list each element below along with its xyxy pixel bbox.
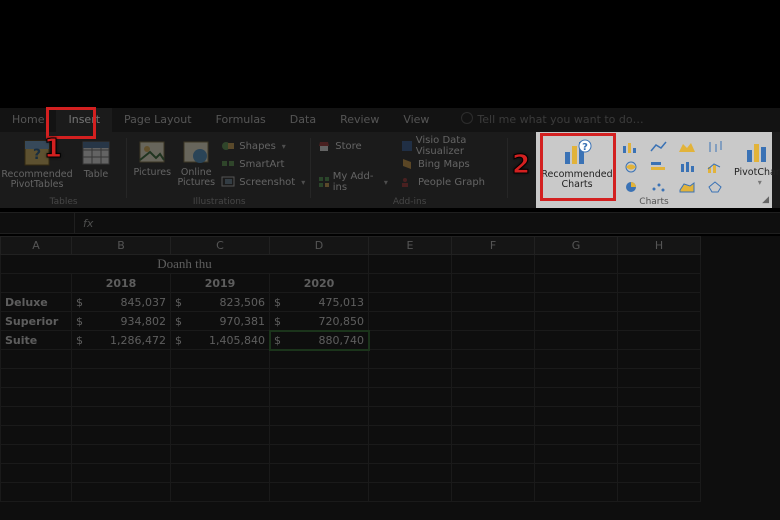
chart-pie-button[interactable]: [618, 178, 644, 196]
recommended-charts-icon: ?: [561, 138, 593, 168]
group-illustrations: Pictures Online Pictures Shapes▾ SmartAr…: [127, 132, 311, 208]
cell-value[interactable]: $880,740: [270, 331, 369, 350]
recommended-charts-button[interactable]: ? Recommended Charts: [542, 136, 612, 191]
pictures-button[interactable]: Pictures: [133, 136, 171, 178]
tab-page-layout[interactable]: Page Layout: [112, 108, 204, 132]
bing-maps-button[interactable]: Bing Maps: [400, 156, 502, 172]
chart-type-grid: [618, 136, 728, 196]
bulb-icon: [461, 112, 473, 124]
cell-row-header[interactable]: Superior: [1, 312, 72, 331]
annotation-number-2: 2: [512, 150, 530, 180]
annotation-number-1: 1: [44, 134, 62, 164]
svg-text:?: ?: [33, 147, 41, 163]
col-header[interactable]: A: [1, 237, 72, 255]
col-header[interactable]: D: [270, 237, 369, 255]
online-pictures-icon: [182, 138, 210, 166]
chart-stock-button[interactable]: [702, 138, 728, 156]
chart-bar-button[interactable]: [646, 158, 672, 176]
charts-dialog-launcher-icon[interactable]: ◢: [762, 195, 769, 205]
pivotchart-button[interactable]: PivotChart▾: [734, 136, 780, 187]
screenshot-button[interactable]: Screenshot▾: [221, 174, 305, 190]
tab-home[interactable]: Home: [0, 108, 56, 132]
table-button[interactable]: Table: [74, 136, 118, 180]
illustrations-mini-stack: Shapes▾ SmartArt Screenshot▾: [221, 136, 305, 190]
cell-value[interactable]: $970,381: [171, 312, 270, 331]
tab-view[interactable]: View: [391, 108, 441, 132]
cell-year-header[interactable]: 2019: [171, 274, 270, 293]
cell-value[interactable]: $475,013: [270, 293, 369, 312]
chart-map-button[interactable]: [618, 158, 644, 176]
chart-column-button[interactable]: [618, 138, 644, 156]
cell-row-header[interactable]: Deluxe: [1, 293, 72, 312]
group-label-addins: Add-ins: [311, 197, 508, 207]
group-addins: Store My Add-ins▾ Visio Data Visualizer …: [311, 132, 508, 208]
formula-bar: fx: [0, 212, 780, 234]
chart-surface-button[interactable]: [674, 178, 700, 196]
col-header[interactable]: C: [171, 237, 270, 255]
cell-value[interactable]: $720,850: [270, 312, 369, 331]
chart-radar-button[interactable]: [702, 178, 728, 196]
tab-formulas[interactable]: Formulas: [204, 108, 278, 132]
chart-combo-button[interactable]: [702, 158, 728, 176]
cell-value[interactable]: $845,037: [72, 293, 171, 312]
group-tables: ? Recommended PivotTables Table Tables: [0, 132, 127, 208]
group-charts: ? Recommended Charts PivotChart▾ Charts …: [536, 132, 772, 208]
shapes-button[interactable]: Shapes▾: [221, 138, 305, 154]
pictures-icon: [138, 138, 166, 166]
tell-me-search[interactable]: Tell me what you want to do…: [449, 108, 655, 132]
svg-text:?: ?: [582, 142, 588, 153]
col-header[interactable]: F: [452, 237, 535, 255]
cell-value[interactable]: $934,802: [72, 312, 171, 331]
visio-visualizer-button[interactable]: Visio Data Visualizer: [400, 138, 502, 154]
group-label-illustrations: Illustrations: [127, 197, 311, 207]
tab-data[interactable]: Data: [278, 108, 328, 132]
cell-value[interactable]: $823,506: [171, 293, 270, 312]
worksheet-grid[interactable]: ABCDEFGH Doanh thu201820192020 Deluxe$845,…: [0, 236, 780, 520]
cell-value[interactable]: $1,286,472: [72, 331, 171, 350]
fx-icon[interactable]: fx: [75, 217, 101, 230]
online-pictures-button[interactable]: Online Pictures: [177, 136, 215, 189]
tab-insert[interactable]: Insert: [56, 108, 112, 132]
cell-value[interactable]: $1,405,840: [171, 331, 270, 350]
chart-scatter-button[interactable]: [646, 178, 672, 196]
ribbon-tabs: Home Insert Page Layout Formulas Data Re…: [0, 108, 780, 132]
col-header[interactable]: E: [369, 237, 452, 255]
tab-review[interactable]: Review: [328, 108, 391, 132]
people-graph-button[interactable]: People Graph: [400, 174, 502, 190]
col-header[interactable]: H: [618, 237, 701, 255]
cell-title[interactable]: Doanh thu: [1, 255, 369, 274]
cell-row-header[interactable]: Suite: [1, 331, 72, 350]
group-label-charts: Charts: [536, 197, 772, 207]
chart-area-button[interactable]: [674, 138, 700, 156]
cell-year-header[interactable]: 2018: [72, 274, 171, 293]
group-label-tables: Tables: [0, 197, 127, 207]
col-header[interactable]: B: [72, 237, 171, 255]
store-button[interactable]: Store: [317, 138, 388, 154]
name-box[interactable]: [0, 213, 75, 233]
cell-year-header[interactable]: 2020: [270, 274, 369, 293]
chart-statistic-button[interactable]: [674, 158, 700, 176]
smartart-button[interactable]: SmartArt: [221, 156, 305, 172]
col-header[interactable]: G: [535, 237, 618, 255]
chart-line-button[interactable]: [646, 138, 672, 156]
pivotchart-icon: [744, 138, 774, 166]
my-addins-button[interactable]: My Add-ins▾: [317, 174, 388, 190]
table-icon: [81, 138, 111, 168]
